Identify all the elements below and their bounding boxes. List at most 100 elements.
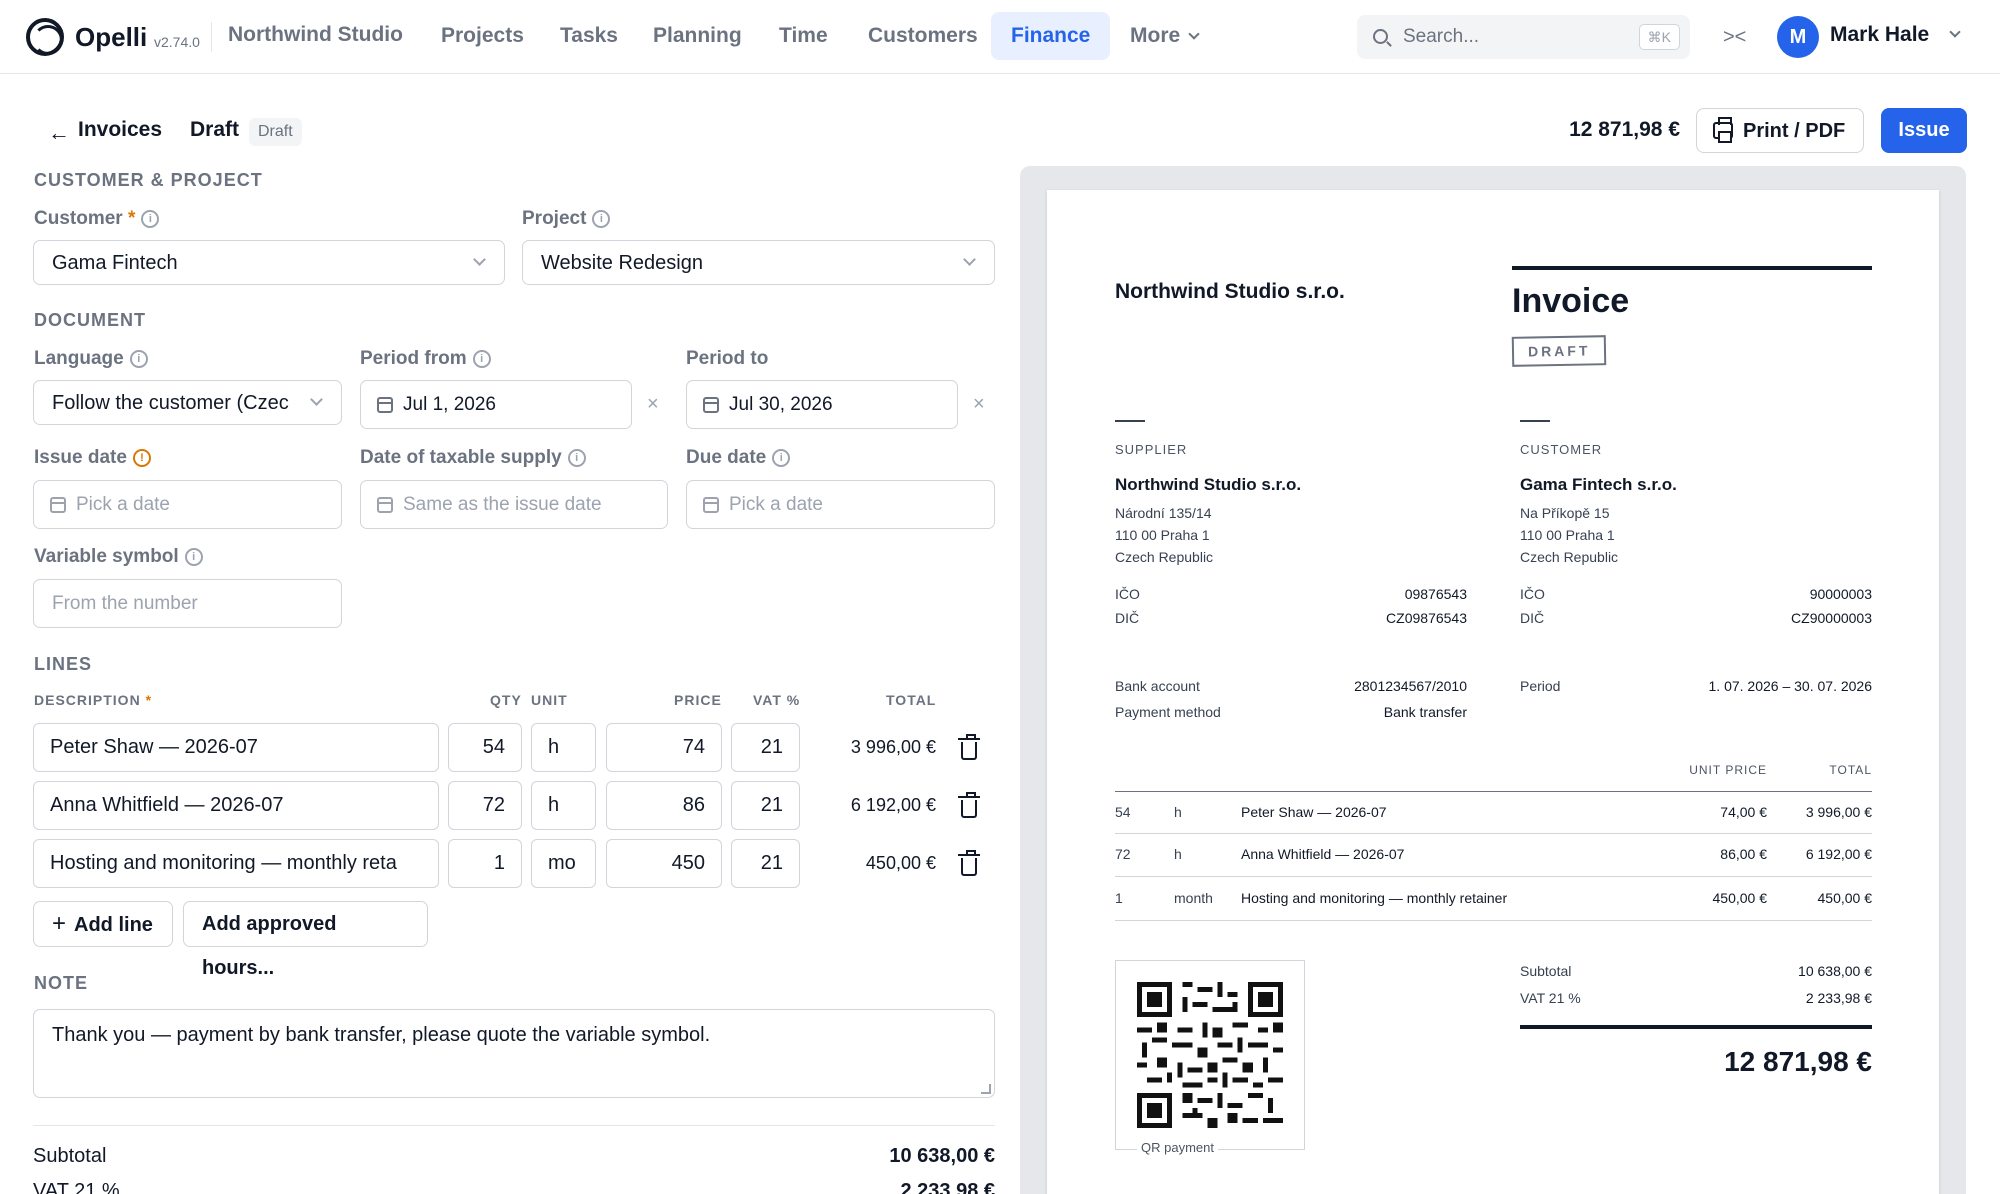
line-description-input[interactable]: Hosting and monitoring — monthly reta — [33, 839, 439, 888]
preview-subtotal-label: Subtotal — [1520, 963, 1572, 979]
back-arrow-icon[interactable]: ← — [48, 120, 70, 146]
print-pdf-label: Print / PDF — [1743, 120, 1846, 142]
variable-symbol-input[interactable]: From the number — [33, 579, 342, 628]
customer-label-text: Customer — [34, 208, 123, 229]
line-description-input[interactable]: Anna Whitfield — 2026-07 — [33, 781, 439, 830]
line-vat-input[interactable]: 21 — [731, 723, 800, 772]
app-name[interactable]: Opelli — [75, 22, 147, 53]
vat-value: 2 233,98 € — [900, 1180, 995, 1194]
row-unit: h — [1174, 846, 1182, 862]
info-icon[interactable]: i — [129, 350, 148, 368]
period-to-input[interactable]: Jul 30, 2026 — [686, 380, 958, 429]
add-line-button[interactable]: + Add line — [33, 901, 173, 947]
supplier-dic-label: DIČ — [1115, 610, 1140, 626]
issue-date-input[interactable]: Pick a date — [33, 480, 342, 529]
language-select[interactable]: Follow the customer (Czec — [33, 380, 342, 425]
required-marker: * — [145, 692, 153, 708]
clear-period-to-icon[interactable]: × — [973, 393, 985, 416]
search-input[interactable]: Search... ⌘K — [1357, 15, 1690, 59]
add-approved-hours-button[interactable]: Add approved hours... — [183, 901, 428, 979]
print-pdf-button[interactable]: Print / PDF — [1696, 108, 1864, 153]
supplier-street: Národní 135/14 — [1115, 505, 1212, 521]
issue-button[interactable]: Issue — [1881, 108, 1967, 153]
info-icon[interactable]: i — [772, 449, 791, 467]
line-description-input[interactable]: Peter Shaw — 2026-07 — [33, 723, 439, 772]
line-unit-input[interactable]: mo — [531, 839, 596, 888]
workspace-name[interactable]: Northwind Studio — [228, 23, 403, 47]
customer-label: Customer * i — [34, 208, 160, 230]
project-select[interactable]: Website Redesign — [522, 240, 995, 285]
line-total: 6 192,00 € — [850, 795, 936, 815]
info-icon[interactable]: i — [567, 449, 586, 467]
nav-more[interactable]: More — [1110, 12, 1218, 60]
table-rule — [1115, 791, 1872, 792]
line-unit-input[interactable]: h — [531, 723, 596, 772]
nav-projects[interactable]: Projects — [421, 12, 544, 60]
preview-vat-label: VAT 21 % — [1520, 990, 1581, 1006]
nav-planning[interactable]: Planning — [633, 12, 762, 60]
customer-select[interactable]: Gama Fintech — [33, 240, 505, 285]
language-label: Language i — [34, 348, 148, 370]
payment-method: Bank transfer — [1383, 704, 1467, 720]
warning-info-icon[interactable]: ! — [132, 449, 151, 467]
line-qty-input[interactable]: 72 — [448, 781, 522, 830]
info-icon[interactable]: i — [141, 210, 160, 228]
opelli-logo-icon[interactable] — [26, 18, 64, 56]
due-date-label: Due date i — [686, 447, 791, 469]
nav-finance[interactable]: Finance — [991, 12, 1111, 60]
customer-dic-label: DIČ — [1520, 610, 1545, 626]
period-from-input[interactable]: Jul 1, 2026 — [360, 380, 632, 429]
col-vat: VAT % — [753, 692, 801, 708]
row-unit-price: 74,00 € — [1720, 804, 1767, 820]
search-icon — [1373, 29, 1388, 44]
info-icon[interactable]: i — [184, 548, 203, 566]
row-total: 6 192,00 € — [1805, 846, 1872, 862]
info-icon[interactable]: i — [472, 350, 491, 368]
due-date-input[interactable]: Pick a date — [686, 480, 995, 529]
section-lines: LINES — [34, 654, 93, 674]
line-total: 450,00 € — [865, 853, 936, 873]
back-to-invoices-link[interactable]: Invoices — [78, 118, 162, 142]
line-price-input[interactable]: 450 — [606, 839, 722, 888]
row-qty: 72 — [1115, 846, 1131, 862]
variable-symbol-placeholder: From the number — [52, 593, 198, 614]
row-unit: h — [1174, 804, 1182, 820]
line-price-input[interactable]: 86 — [606, 781, 722, 830]
subtotal-value: 10 638,00 € — [889, 1145, 995, 1167]
nav-time[interactable]: Time — [759, 12, 848, 60]
line-unit-input[interactable]: h — [531, 781, 596, 830]
note-textarea[interactable]: Thank you — payment by bank transfer, pl… — [33, 1009, 995, 1098]
line-qty-input[interactable]: 54 — [448, 723, 522, 772]
delete-line-trash-icon[interactable] — [958, 734, 980, 760]
clear-period-from-icon[interactable]: × — [647, 393, 659, 416]
delete-line-trash-icon[interactable] — [958, 792, 980, 818]
user-name[interactable]: Mark Hale — [1830, 23, 1929, 47]
line-qty-input[interactable]: 1 — [448, 839, 522, 888]
line-vat-input[interactable]: 21 — [731, 839, 800, 888]
row-total: 450,00 € — [1817, 890, 1873, 906]
period-from-label-text: Period from — [360, 348, 467, 369]
section-note: NOTE — [34, 973, 89, 993]
avatar[interactable]: M — [1777, 16, 1819, 58]
info-icon[interactable]: i — [592, 210, 611, 228]
search-shortcut: ⌘K — [1638, 24, 1680, 50]
taxable-supply-placeholder: Same as the issue date — [403, 494, 602, 515]
search-placeholder: Search... — [1403, 26, 1480, 47]
language-label-text: Language — [34, 348, 124, 369]
taxable-supply-input[interactable]: Same as the issue date — [360, 480, 668, 529]
preview-grand-total: 12 871,98 € — [1724, 1046, 1872, 1077]
delete-line-trash-icon[interactable] — [958, 850, 980, 876]
collapse-icon[interactable]: >< — [1723, 26, 1749, 48]
nav-customers[interactable]: Customers — [848, 12, 998, 60]
add-line-label: Add line — [74, 914, 153, 936]
resize-handle-icon[interactable] — [981, 1084, 991, 1094]
customer-city: 110 00 Praha 1 — [1520, 527, 1615, 543]
line-price-input[interactable]: 74 — [606, 723, 722, 772]
chevron-down-icon — [963, 253, 976, 266]
nav-tasks[interactable]: Tasks — [540, 12, 638, 60]
period-from-value: Jul 1, 2026 — [403, 394, 496, 415]
period-value: 1. 07. 2026 – 30. 07. 2026 — [1708, 678, 1872, 694]
user-menu-chevron-icon[interactable] — [1949, 26, 1961, 38]
required-marker: * — [127, 208, 136, 229]
line-vat-input[interactable]: 21 — [731, 781, 800, 830]
